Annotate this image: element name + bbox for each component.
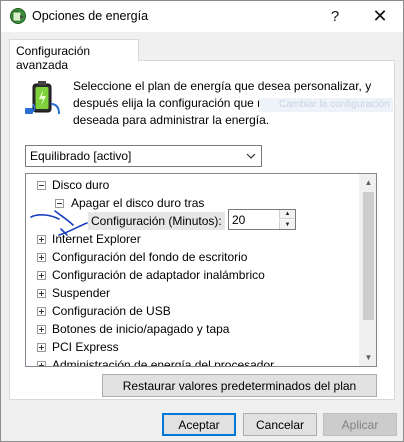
scrollbar-thumb[interactable]	[363, 192, 374, 320]
power-plan-value: Equilibrado [activo]	[30, 149, 132, 163]
restore-defaults-button[interactable]: Restaurar valores predeterminados del pl…	[102, 374, 377, 397]
tree-item-disco-duro[interactable]: Disco duro	[52, 176, 109, 194]
spin-up-arrow-icon[interactable]: ▲	[279, 210, 295, 219]
power-options-icon	[10, 8, 26, 24]
expand-icon[interactable]	[37, 235, 46, 244]
tree-scrollbar[interactable]: ▲ ▼	[359, 174, 376, 366]
power-options-dialog: Opciones de energía ? ✕ Configuración av…	[0, 0, 404, 442]
minutes-spinner[interactable]: ▲ ▼	[228, 209, 296, 230]
collapse-icon[interactable]	[55, 199, 64, 208]
scroll-up-arrow-icon[interactable]: ▲	[360, 174, 376, 191]
expand-icon[interactable]	[37, 343, 46, 352]
close-button[interactable]: ✕	[357, 1, 403, 32]
expand-icon[interactable]	[37, 325, 46, 334]
tree-item-apagar-disco[interactable]: Apagar el disco duro tras	[71, 194, 204, 212]
chevron-down-icon	[246, 153, 256, 159]
spin-buttons: ▲ ▼	[279, 210, 295, 229]
expand-icon[interactable]	[37, 289, 46, 298]
expand-icon[interactable]	[37, 307, 46, 316]
scroll-down-arrow-icon[interactable]: ▼	[360, 349, 376, 366]
title-bar: Opciones de energía ? ✕	[1, 1, 403, 32]
tree-item-internet-explorer[interactable]: Internet Explorer	[52, 230, 141, 248]
tree-item-sleep[interactable]: Suspender	[52, 284, 110, 302]
help-button[interactable]: ?	[312, 1, 358, 32]
description-line-3: deseada para administrar la energía.	[73, 113, 270, 127]
tree-item-wireless-adapter[interactable]: Configuración de adaptador inalámbrico	[52, 266, 265, 284]
settings-tree[interactable]: Disco duro Apagar el disco duro tras Con…	[25, 173, 377, 367]
tree-item-power-buttons[interactable]: Botones de inicio/apagado y tapa	[52, 320, 229, 338]
cancel-button[interactable]: Cancelar	[243, 413, 317, 436]
collapse-icon[interactable]	[37, 181, 46, 190]
tree-item-processor[interactable]: Administración de energía del procesador	[52, 356, 274, 366]
accept-button[interactable]: Aceptar	[162, 413, 236, 436]
tree-item-pci-express[interactable]: PCI Express	[52, 338, 119, 356]
description-line-1: Seleccione el plan de energía que desea …	[73, 79, 372, 93]
ghost-link-text: Cambiar la configuración actual no dispo…	[259, 98, 393, 112]
battery-plug-icon	[25, 81, 60, 115]
tab-advanced-settings[interactable]: Configuración avanzada	[9, 39, 139, 72]
tree-item-config-minutes[interactable]: Configuración (Minutos):	[88, 212, 225, 230]
power-plan-select[interactable]: Equilibrado [activo]	[25, 145, 262, 167]
window-title: Opciones de energía	[32, 9, 149, 23]
spin-down-arrow-icon[interactable]: ▼	[279, 220, 295, 229]
apply-button[interactable]: Aplicar	[323, 413, 397, 436]
minutes-input[interactable]	[232, 212, 278, 228]
tree-item-desktop-background[interactable]: Configuración del fondo de escritorio	[52, 248, 247, 266]
expand-icon[interactable]	[37, 271, 46, 280]
tree-item-usb[interactable]: Configuración de USB	[52, 302, 171, 320]
expand-icon[interactable]	[37, 253, 46, 262]
expand-icon[interactable]	[37, 361, 46, 366]
